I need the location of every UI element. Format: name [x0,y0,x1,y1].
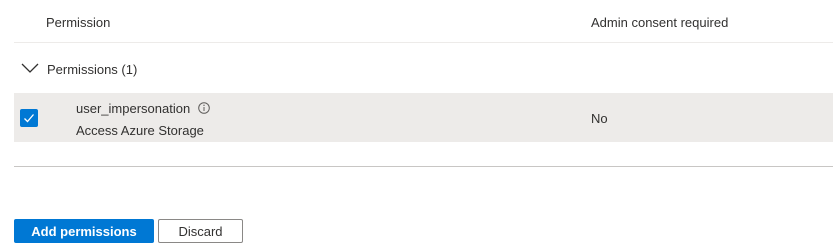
checkmark-icon [24,114,34,123]
add-permissions-button[interactable]: Add permissions [14,219,154,243]
info-icon[interactable] [198,102,210,114]
group-label: Permissions (1) [47,62,138,77]
permission-name: user_impersonation [76,101,191,116]
row-checkbox[interactable] [20,109,38,127]
chevron-down-icon[interactable] [20,58,40,78]
permissions-table: Permission Admin consent required Permis… [14,0,833,142]
table-header-row: Permission Admin consent required [14,0,833,43]
permission-description: Access Azure Storage [76,123,204,138]
footer-divider [14,166,833,167]
discard-button[interactable]: Discard [158,219,243,243]
column-header-permission[interactable]: Permission [46,15,110,30]
table-row[interactable]: user_impersonation Access Azure Storage … [14,93,833,142]
column-header-admin-consent[interactable]: Admin consent required [591,15,728,30]
group-header-permissions[interactable]: Permissions (1) [14,43,833,93]
admin-consent-value: No [591,111,608,126]
